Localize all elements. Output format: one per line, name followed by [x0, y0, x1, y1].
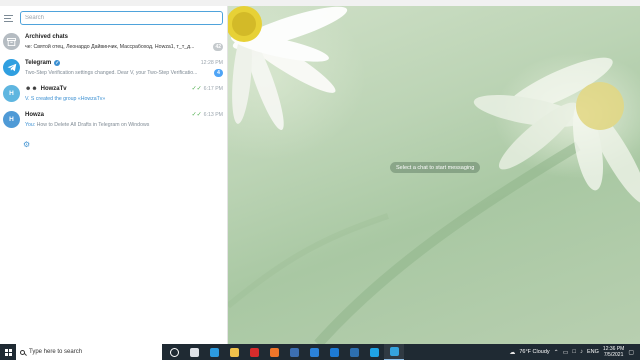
chat-preview: Two-Step Verification settings changed. …	[25, 70, 198, 76]
firefox-icon	[269, 347, 279, 357]
store-taskbar-button[interactable]	[284, 344, 304, 360]
cortana-taskbar-button[interactable]	[164, 344, 184, 360]
chat-preview: You: How to Delete All Drafts in Telegra…	[25, 122, 211, 128]
double-check-icon: ✓✓	[191, 86, 202, 92]
clock-date: 7/5/2021	[603, 352, 624, 358]
avatar: H	[3, 111, 20, 128]
opera-taskbar-button[interactable]	[244, 344, 264, 360]
chat-time: 12:28 PM	[201, 60, 223, 66]
chat-time-text: 6:17 PM	[203, 86, 223, 92]
chat-preview: V. S created the group «HowzaTv»	[25, 96, 211, 102]
telegram-icon	[3, 59, 20, 76]
chat-preview: че: Святой отец, Леонардо Дайвинчик, Мас…	[25, 44, 195, 50]
unread-badge: 4	[214, 69, 223, 77]
chat-time-text: 12:28 PM	[200, 60, 223, 66]
windows-taskbar: Type here to search ☁ 76°F Cloudy ⌃ ▭ □ …	[0, 344, 640, 360]
double-check-icon: ✓✓	[191, 112, 202, 118]
chat-row-archived[interactable]: Archived chats че: Святой отец, Леонардо…	[0, 30, 228, 56]
trello-icon	[309, 347, 319, 357]
system-tray: ☁ 76°F Cloudy ⌃ ▭ □ ♪ ENG 12:36 PM 7/5/2…	[509, 346, 640, 358]
file-explorer-taskbar-button[interactable]	[224, 344, 244, 360]
chat-title: ☻☻ HowzaTv	[25, 86, 67, 92]
chat-time: ✓✓ 6:13 PM	[192, 112, 223, 118]
network-icon[interactable]: □	[572, 349, 576, 355]
chat-preview-text: How to Delete All Drafts in Telegram on …	[36, 122, 150, 128]
opera-icon	[249, 347, 259, 357]
chat-title-text: Telegram	[25, 60, 52, 66]
clock[interactable]: 12:36 PM 7/5/2021	[603, 346, 624, 358]
chat-preview-sender: You:	[25, 122, 36, 128]
chat-title: Howza	[25, 112, 45, 118]
store-icon	[289, 347, 299, 357]
archive-icon	[3, 33, 20, 50]
verified-icon: ✓	[54, 60, 61, 66]
chat-time-text: 6:13 PM	[203, 112, 223, 118]
cortana-icon	[169, 347, 179, 357]
task-view-taskbar-button[interactable]	[184, 344, 204, 360]
chat-time: ✓✓ 6:17 PM	[192, 86, 223, 92]
file-explorer-icon	[229, 347, 239, 357]
chat-sidebar: Archived chats че: Святой отец, Леонардо…	[0, 6, 228, 344]
search-icon	[20, 349, 25, 355]
telegram-taskbar-taskbar-button[interactable]	[384, 344, 404, 360]
skype-taskbar-button[interactable]	[364, 344, 384, 360]
mail-icon	[329, 347, 339, 357]
photos-taskbar-button[interactable]	[344, 344, 364, 360]
volume-icon[interactable]: ♪	[580, 349, 583, 355]
taskbar-search-text: Type here to search	[29, 349, 83, 355]
chevron-up-icon[interactable]: ⌃	[554, 349, 559, 356]
chat-list: Archived chats че: Святой отец, Леонардо…	[0, 30, 228, 134]
chat-row-howzatv[interactable]: H ☻☻ HowzaTv V. S created the group «How…	[0, 82, 228, 108]
notifications-icon[interactable]: ▢	[628, 349, 634, 356]
settings-gear-icon[interactable]: ⚙	[23, 140, 33, 150]
photos-icon	[349, 347, 359, 357]
language-indicator[interactable]: ENG	[587, 349, 599, 355]
trello-taskbar-button[interactable]	[304, 344, 324, 360]
avatar: H	[3, 85, 20, 102]
task-view-icon	[189, 347, 199, 357]
mail-taskbar-button[interactable]	[324, 344, 344, 360]
taskbar-apps	[164, 344, 404, 360]
chat-title: Archived chats	[25, 34, 69, 40]
hamburger-menu-icon[interactable]	[3, 11, 17, 25]
chat-area: Select a chat to start messaging	[228, 6, 640, 344]
weather-text[interactable]: 76°F Cloudy	[519, 349, 549, 355]
edge-icon	[209, 347, 219, 357]
edge-taskbar-button[interactable]	[204, 344, 224, 360]
weather-cloud-icon: ☁	[509, 349, 516, 356]
taskbar-search-box[interactable]: Type here to search	[16, 344, 162, 360]
wallpaper-flowers-image	[228, 6, 640, 344]
start-button[interactable]	[0, 344, 16, 360]
chat-row-telegram[interactable]: Telegram ✓ Two-Step Verification setting…	[0, 56, 228, 82]
search-input[interactable]	[20, 11, 223, 25]
telegram-taskbar-icon	[389, 347, 399, 356]
battery-icon[interactable]: ▭	[563, 349, 569, 356]
skype-icon	[369, 347, 379, 357]
chat-row-howza[interactable]: H Howza You: How to Delete All Drafts in…	[0, 108, 228, 134]
firefox-taskbar-button[interactable]	[264, 344, 284, 360]
chat-title-text: HowzaTv	[40, 86, 67, 92]
windows-logo-icon	[4, 348, 12, 356]
chat-preview-text: V. S created the group «HowzaTv»	[25, 96, 106, 102]
chat-title: Telegram ✓	[25, 60, 61, 66]
group-icon: ☻☻	[25, 86, 38, 92]
empty-chat-placeholder: Select a chat to start messaging	[390, 162, 481, 173]
unread-badge: 42	[213, 43, 223, 51]
